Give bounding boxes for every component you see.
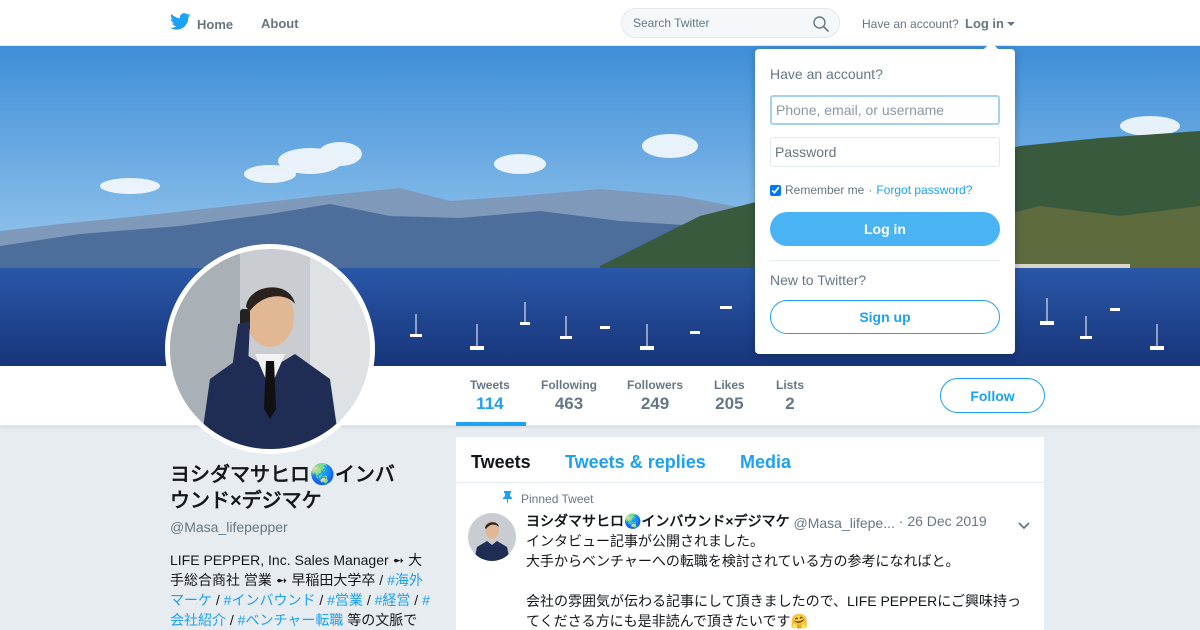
bio-text: LIFE PEPPER, Inc. Sales Manager ➻ 大手総合商社… bbox=[170, 552, 423, 588]
pinned-indicator: Pinned Tweet bbox=[503, 491, 594, 506]
pinned-label: Pinned Tweet bbox=[521, 491, 594, 506]
tab-media[interactable]: Media bbox=[740, 452, 791, 473]
divider bbox=[770, 260, 1000, 261]
remember-row: Remember me · Forgot password? bbox=[770, 183, 972, 197]
stat-likes[interactable]: Likes 205 bbox=[714, 378, 745, 414]
search-icon[interactable] bbox=[813, 16, 829, 37]
stat-following-value: 463 bbox=[554, 394, 584, 413]
remember-separator: · bbox=[868, 183, 873, 197]
stat-tweets-label: Tweets bbox=[470, 378, 510, 392]
nav-home-label: Home bbox=[197, 16, 234, 32]
top-navigation: Home About Have an account? Log in bbox=[0, 0, 1200, 46]
stat-tweets[interactable]: Tweets 114 bbox=[470, 378, 510, 414]
profile-bio: LIFE PEPPER, Inc. Sales Manager ➻ 大手総合商社… bbox=[170, 550, 432, 630]
bio-separator: / bbox=[410, 592, 423, 608]
timeline: Tweets Tweets & replies Media Pinned Twe… bbox=[456, 437, 1044, 630]
twitter-bird-icon bbox=[170, 13, 191, 35]
tweet-line bbox=[526, 571, 1026, 591]
tab-tweets-replies[interactable]: Tweets & replies bbox=[565, 452, 706, 473]
caret-down-icon bbox=[1007, 22, 1015, 26]
stat-lists[interactable]: Lists 2 bbox=[776, 378, 804, 414]
pin-icon bbox=[503, 491, 512, 506]
stat-followers-label: Followers bbox=[627, 378, 684, 392]
login-button[interactable]: Log in bbox=[770, 212, 1000, 246]
tweet-avatar[interactable] bbox=[468, 513, 516, 561]
stat-tweets-value: 114 bbox=[476, 394, 504, 413]
bio-separator: / bbox=[315, 592, 328, 608]
stat-following-label: Following bbox=[541, 378, 597, 392]
stat-followers-value: 249 bbox=[640, 394, 670, 413]
hashtag-link[interactable]: #営業 bbox=[327, 592, 363, 608]
tweet-line: 大手からベンチャーへの転職を検討されている方の参考になればと。 bbox=[526, 553, 960, 569]
profile-name-line1: ヨシダマサヒロ🌏インバ bbox=[170, 464, 395, 486]
tweet-date[interactable]: · 26 Dec 2019 bbox=[899, 513, 987, 529]
username-field[interactable] bbox=[770, 95, 1000, 125]
profile-name: ヨシダマサヒロ🌏インバ ウンド×デジマケ bbox=[170, 462, 430, 514]
stat-following[interactable]: Following 463 bbox=[541, 378, 597, 414]
remember-me-checkbox[interactable] bbox=[770, 184, 781, 196]
forgot-password-link[interactable]: Forgot password? bbox=[876, 183, 972, 197]
new-to-twitter-text: New to Twitter? bbox=[770, 272, 867, 288]
tweet-text: インタビュー記事が公開されました。 大手からベンチャーへの転職を検討されている方… bbox=[526, 531, 1026, 630]
login-menu-toggle[interactable]: Log in bbox=[965, 16, 1015, 31]
tweet-header: ヨシダマサヒロ🌏インバウンド×デジマケ @Masa_lifepe... · 26… bbox=[526, 511, 1031, 531]
password-field[interactable] bbox=[770, 137, 1000, 167]
dropdown-arrow bbox=[983, 42, 999, 50]
stat-likes-value: 205 bbox=[715, 394, 744, 413]
search-input[interactable] bbox=[633, 16, 803, 30]
login-dropdown: Have an account? Remember me · Forgot pa… bbox=[755, 42, 1015, 354]
active-stat-indicator bbox=[456, 422, 526, 426]
profile-avatar[interactable] bbox=[165, 244, 375, 454]
profile-name-line2: ウンド×デジマケ bbox=[170, 490, 322, 512]
follow-button[interactable]: Follow bbox=[940, 378, 1045, 413]
bio-separator: / bbox=[226, 612, 238, 628]
profile-handle: @Masa_lifepepper bbox=[170, 519, 288, 535]
remember-me-label[interactable]: Remember me bbox=[785, 183, 864, 197]
tweet-line: インタビュー記事が公開されました。 bbox=[526, 533, 764, 549]
have-account-text: Have an account? bbox=[862, 17, 959, 31]
nav-home[interactable]: Home bbox=[170, 13, 233, 35]
login-menu-label: Log in bbox=[965, 16, 1004, 31]
bio-separator: / bbox=[362, 592, 375, 608]
bio-separator: / bbox=[212, 592, 224, 608]
stat-lists-label: Lists bbox=[776, 378, 805, 392]
tweet-author-handle[interactable]: @Masa_lifepe... bbox=[794, 515, 895, 531]
timeline-tabs: Tweets Tweets & replies Media bbox=[456, 437, 1044, 483]
nav-about[interactable]: About bbox=[261, 16, 299, 31]
login-dropdown-title: Have an account? bbox=[770, 66, 883, 82]
tab-tweets[interactable]: Tweets bbox=[471, 452, 531, 473]
stat-lists-value: 2 bbox=[785, 394, 795, 413]
stat-likes-label: Likes bbox=[714, 378, 745, 392]
bio-text: 等の文脈で bbox=[343, 612, 418, 628]
stat-followers[interactable]: Followers 249 bbox=[627, 378, 683, 414]
hashtag-link[interactable]: #経営 bbox=[375, 592, 411, 608]
tweet-line: 会社の雰囲気が伝わる記事にして頂きましたので、LIFE PEPPERにご興味持っ… bbox=[526, 593, 1021, 629]
signup-button[interactable]: Sign up bbox=[770, 300, 1000, 334]
hashtag-link[interactable]: #ベンチャー転職 bbox=[238, 612, 344, 628]
tweet-author-name[interactable]: ヨシダマサヒロ🌏インバウンド×デジマケ bbox=[526, 513, 790, 529]
hashtag-link[interactable]: #インバウンド bbox=[224, 592, 316, 608]
search-box bbox=[621, 8, 840, 38]
